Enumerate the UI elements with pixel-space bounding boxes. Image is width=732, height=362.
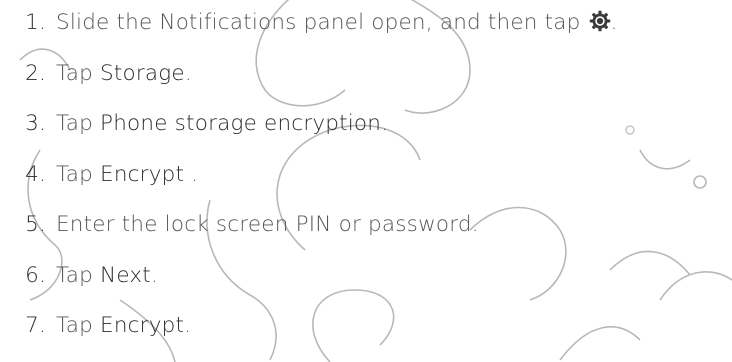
step-punctuation: . (184, 312, 192, 338)
step-punctuation: . (184, 60, 192, 86)
step-7: 7. Tap Encrypt. (0, 305, 191, 345)
step-text: Tap (56, 110, 93, 136)
step-punctuation: . (150, 262, 158, 288)
step-6: 6. Tap Next. (0, 255, 158, 295)
gear-icon (589, 10, 610, 32)
step-emphasis: Next (100, 262, 151, 288)
step-text: Tap (56, 161, 93, 187)
step-number: 7. (25, 312, 46, 338)
step-number: 5. (25, 211, 46, 237)
step-1: 1. Slide the Notifications panel open, a… (0, 2, 618, 42)
step-emphasis: Phone storage encryption (100, 110, 382, 136)
step-3: 3. Tap Phone storage encryption. (0, 103, 388, 143)
step-number: 1. (25, 9, 46, 35)
step-punctuation: . (184, 161, 199, 187)
step-number: 6. (25, 262, 46, 288)
step-number: 2. (25, 60, 46, 86)
step-emphasis: Encrypt (100, 161, 185, 187)
step-text: Tap (56, 312, 93, 338)
step-emphasis: Encrypt (100, 312, 185, 338)
step-punctuation: . (381, 110, 389, 136)
step-text: Enter the lock screen PIN or password. (56, 211, 479, 237)
step-emphasis: Storage (100, 60, 185, 86)
step-number: 3. (25, 110, 46, 136)
step-number: 4. (25, 161, 46, 187)
step-punctuation: . (610, 9, 618, 35)
step-text: Tap (56, 262, 93, 288)
step-text: Slide the Notifications panel open, and … (56, 9, 581, 35)
step-2: 2. Tap Storage. (0, 53, 192, 93)
step-5: 5. Enter the lock screen PIN or password… (0, 204, 479, 244)
step-4: 4. Tap Encrypt . (0, 154, 198, 194)
step-text: Tap (56, 60, 93, 86)
